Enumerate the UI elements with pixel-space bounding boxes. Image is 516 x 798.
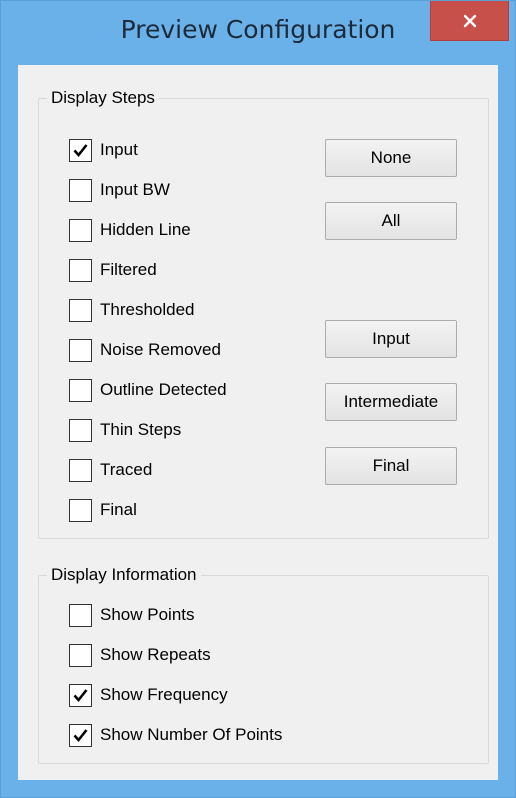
all-button[interactable]: All xyxy=(325,202,457,240)
checkbox-label: Thresholded xyxy=(100,300,195,319)
checkbox-box[interactable] xyxy=(69,218,92,242)
checkbox-final[interactable]: Final xyxy=(69,497,137,523)
checkbox-box[interactable] xyxy=(69,683,92,707)
title-bar[interactable]: Preview Configuration xyxy=(1,1,515,65)
checkbox-input[interactable]: Input xyxy=(69,137,138,163)
preview-configuration-window: Preview Configuration Display Steps Inpu… xyxy=(0,0,516,798)
checkbox-label: Hidden Line xyxy=(100,220,191,239)
display-information-legend: Display Information xyxy=(47,564,201,586)
checkbox-label: Show Points xyxy=(100,605,195,624)
checkbox-show-number-of-points[interactable]: Show Number Of Points xyxy=(69,722,282,748)
checkbox-box[interactable] xyxy=(69,138,92,162)
final-button[interactable]: Final xyxy=(325,447,457,485)
checkbox-label: Traced xyxy=(100,460,153,479)
checkbox-box[interactable] xyxy=(69,298,92,322)
checkbox-box[interactable] xyxy=(69,603,92,627)
checkbox-input-bw[interactable]: Input BW xyxy=(69,177,170,203)
checkbox-box[interactable] xyxy=(69,723,92,747)
checkmark-icon xyxy=(73,143,88,157)
checkbox-label: Noise Removed xyxy=(100,340,221,359)
close-icon xyxy=(463,14,477,28)
checkmark-icon xyxy=(73,688,88,702)
checkbox-box[interactable] xyxy=(69,338,92,362)
checkbox-outline-detected[interactable]: Outline Detected xyxy=(69,377,227,403)
checkbox-thin-steps[interactable]: Thin Steps xyxy=(69,417,181,443)
checkbox-label: Show Number Of Points xyxy=(100,725,283,744)
none-button[interactable]: None xyxy=(325,139,457,177)
checkbox-label: Final xyxy=(100,500,137,519)
checkbox-hidden-line[interactable]: Hidden Line xyxy=(69,217,191,243)
checkbox-thresholded[interactable]: Thresholded xyxy=(69,297,195,323)
dialog-client-area: Display Steps Input Input BW Hidden Line xyxy=(18,65,498,780)
checkbox-label: Show Repeats xyxy=(100,645,211,664)
checkbox-box[interactable] xyxy=(69,178,92,202)
checkbox-box[interactable] xyxy=(69,418,92,442)
intermediate-button[interactable]: Intermediate xyxy=(325,383,457,421)
checkbox-filtered[interactable]: Filtered xyxy=(69,257,157,283)
checkbox-label: Input BW xyxy=(100,180,170,199)
checkbox-label: Thin Steps xyxy=(100,420,182,439)
display-steps-group: Display Steps Input Input BW Hidden Line xyxy=(38,87,489,539)
checkbox-noise-removed[interactable]: Noise Removed xyxy=(69,337,221,363)
display-steps-legend: Display Steps xyxy=(47,87,159,109)
checkbox-label: Filtered xyxy=(100,260,157,279)
checkbox-label: Show Frequency xyxy=(100,685,228,704)
checkbox-box[interactable] xyxy=(69,458,92,482)
checkbox-show-frequency[interactable]: Show Frequency xyxy=(69,682,228,708)
checkbox-box[interactable] xyxy=(69,258,92,282)
checkbox-show-repeats[interactable]: Show Repeats xyxy=(69,642,211,668)
checkbox-box[interactable] xyxy=(69,498,92,522)
checkmark-icon xyxy=(73,728,88,742)
input-button[interactable]: Input xyxy=(325,320,457,358)
close-button[interactable] xyxy=(430,1,509,41)
checkbox-box[interactable] xyxy=(69,378,92,402)
display-information-group: Display Information Show Points Show Rep… xyxy=(38,564,489,764)
checkbox-box[interactable] xyxy=(69,643,92,667)
checkbox-label: Outline Detected xyxy=(100,380,227,399)
checkbox-show-points[interactable]: Show Points xyxy=(69,602,195,628)
checkbox-traced[interactable]: Traced xyxy=(69,457,152,483)
checkbox-label: Input xyxy=(100,140,138,159)
